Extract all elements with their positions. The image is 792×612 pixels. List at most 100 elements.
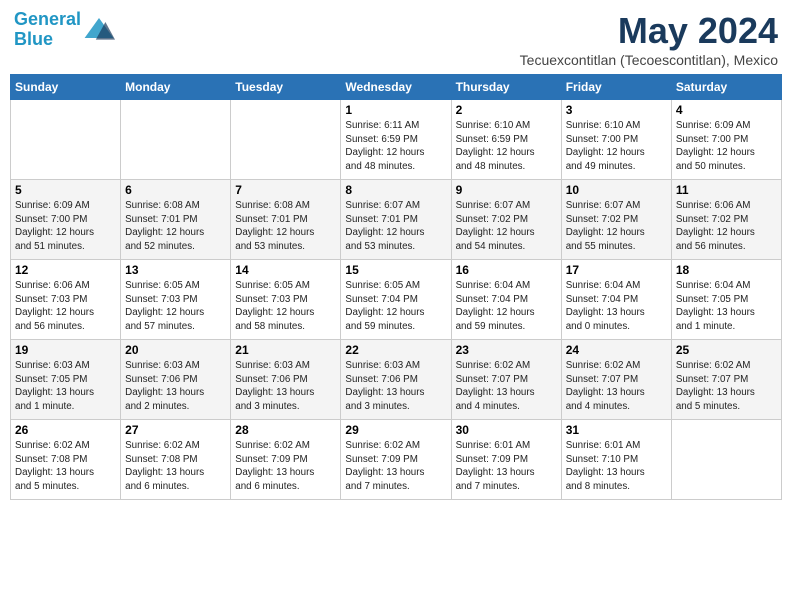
day-number: 7 [235, 183, 336, 197]
calendar-cell: 3 Sunrise: 6:10 AM Sunset: 7:00 PM Daylig… [561, 100, 671, 180]
day-info: Sunrise: 6:02 AM Sunset: 7:08 PM Dayligh… [125, 439, 226, 494]
day-info: Sunrise: 6:07 AM Sunset: 7:02 PM Dayligh… [566, 199, 667, 254]
header-day: Sunday [11, 75, 121, 100]
day-number: 16 [456, 263, 557, 277]
day-info: Sunrise: 6:01 AM Sunset: 7:10 PM Dayligh… [566, 439, 667, 494]
day-number: 13 [125, 263, 226, 277]
calendar-cell: 26 Sunrise: 6:02 AM Sunset: 7:08 PM Dayli… [11, 420, 121, 500]
day-info: Sunrise: 6:08 AM Sunset: 7:01 PM Dayligh… [235, 199, 336, 254]
header-day: Thursday [451, 75, 561, 100]
day-number: 1 [345, 103, 446, 117]
day-info: Sunrise: 6:03 AM Sunset: 7:06 PM Dayligh… [235, 359, 336, 414]
calendar-week: 1 Sunrise: 6:11 AM Sunset: 6:59 PM Daylig… [11, 100, 782, 180]
day-info: Sunrise: 6:09 AM Sunset: 7:00 PM Dayligh… [15, 199, 116, 254]
calendar-cell: 10 Sunrise: 6:07 AM Sunset: 7:02 PM Dayli… [561, 180, 671, 260]
day-info: Sunrise: 6:03 AM Sunset: 7:05 PM Dayligh… [15, 359, 116, 414]
calendar-week: 5 Sunrise: 6:09 AM Sunset: 7:00 PM Daylig… [11, 180, 782, 260]
calendar-cell: 14Sunrise: 6:05 AM Sunset: 7:03 PM Dayli… [231, 260, 341, 340]
calendar-week: 12Sunrise: 6:06 AM Sunset: 7:03 PM Dayli… [11, 260, 782, 340]
day-number: 29 [345, 423, 446, 437]
day-info: Sunrise: 6:02 AM Sunset: 7:09 PM Dayligh… [345, 439, 446, 494]
day-number: 31 [566, 423, 667, 437]
day-number: 26 [15, 423, 116, 437]
calendar-cell: 23Sunrise: 6:02 AM Sunset: 7:07 PM Dayli… [451, 340, 561, 420]
day-number: 18 [676, 263, 777, 277]
calendar-cell: 9 Sunrise: 6:07 AM Sunset: 7:02 PM Daylig… [451, 180, 561, 260]
day-info: Sunrise: 6:07 AM Sunset: 7:01 PM Dayligh… [345, 199, 446, 254]
day-number: 14 [235, 263, 336, 277]
day-number: 11 [676, 183, 777, 197]
day-info: Sunrise: 6:10 AM Sunset: 6:59 PM Dayligh… [456, 119, 557, 174]
header-day: Saturday [671, 75, 781, 100]
day-number: 22 [345, 343, 446, 357]
calendar-cell: 6 Sunrise: 6:08 AM Sunset: 7:01 PM Daylig… [121, 180, 231, 260]
day-info: Sunrise: 6:04 AM Sunset: 7:04 PM Dayligh… [456, 279, 557, 334]
day-info: Sunrise: 6:05 AM Sunset: 7:03 PM Dayligh… [125, 279, 226, 334]
day-info: Sunrise: 6:11 AM Sunset: 6:59 PM Dayligh… [345, 119, 446, 174]
day-number: 10 [566, 183, 667, 197]
calendar-cell: 19 Sunrise: 6:03 AM Sunset: 7:05 PM Dayli… [11, 340, 121, 420]
day-number: 6 [125, 183, 226, 197]
calendar-cell: 16 Sunrise: 6:04 AM Sunset: 7:04 PM Dayli… [451, 260, 561, 340]
calendar-table: SundayMondayTuesdayWednesdayThursdayFrid… [10, 74, 782, 500]
day-number: 21 [235, 343, 336, 357]
logo: GeneralBlue [14, 10, 115, 50]
day-info: Sunrise: 6:02 AM Sunset: 7:07 PM Dayligh… [566, 359, 667, 414]
calendar-cell: 28Sunrise: 6:02 AM Sunset: 7:09 PM Dayli… [231, 420, 341, 500]
calendar-cell: 8 Sunrise: 6:07 AM Sunset: 7:01 PM Daylig… [341, 180, 451, 260]
calendar-cell: 2Sunrise: 6:10 AM Sunset: 6:59 PM Daylig… [451, 100, 561, 180]
calendar-cell: 13 Sunrise: 6:05 AM Sunset: 7:03 PM Dayli… [121, 260, 231, 340]
day-number: 5 [15, 183, 116, 197]
day-number: 9 [456, 183, 557, 197]
calendar-cell: 5 Sunrise: 6:09 AM Sunset: 7:00 PM Daylig… [11, 180, 121, 260]
title-block: May 2024 Tecuexcontitlan (Tecoescontitla… [520, 10, 778, 68]
header-row: SundayMondayTuesdayWednesdayThursdayFrid… [11, 75, 782, 100]
day-info: Sunrise: 6:01 AM Sunset: 7:09 PM Dayligh… [456, 439, 557, 494]
day-number: 20 [125, 343, 226, 357]
calendar-cell: 17Sunrise: 6:04 AM Sunset: 7:04 PM Dayli… [561, 260, 671, 340]
calendar-cell: 31 Sunrise: 6:01 AM Sunset: 7:10 PM Dayli… [561, 420, 671, 500]
day-info: Sunrise: 6:08 AM Sunset: 7:01 PM Dayligh… [125, 199, 226, 254]
day-info: Sunrise: 6:03 AM Sunset: 7:06 PM Dayligh… [125, 359, 226, 414]
header-day: Friday [561, 75, 671, 100]
day-number: 24 [566, 343, 667, 357]
day-info: Sunrise: 6:06 AM Sunset: 7:03 PM Dayligh… [15, 279, 116, 334]
month-title: May 2024 [520, 10, 778, 52]
calendar-cell: 21 Sunrise: 6:03 AM Sunset: 7:06 PM Dayli… [231, 340, 341, 420]
day-number: 23 [456, 343, 557, 357]
calendar-cell [671, 420, 781, 500]
calendar-cell: 15Sunrise: 6:05 AM Sunset: 7:04 PM Dayli… [341, 260, 451, 340]
calendar-cell: 22 Sunrise: 6:03 AM Sunset: 7:06 PM Dayli… [341, 340, 451, 420]
day-info: Sunrise: 6:02 AM Sunset: 7:07 PM Dayligh… [676, 359, 777, 414]
day-number: 8 [345, 183, 446, 197]
day-info: Sunrise: 6:03 AM Sunset: 7:06 PM Dayligh… [345, 359, 446, 414]
calendar-cell: 18 Sunrise: 6:04 AM Sunset: 7:05 PM Dayli… [671, 260, 781, 340]
calendar-cell: 1 Sunrise: 6:11 AM Sunset: 6:59 PM Daylig… [341, 100, 451, 180]
calendar-cell: 25 Sunrise: 6:02 AM Sunset: 7:07 PM Dayli… [671, 340, 781, 420]
calendar-cell: 7 Sunrise: 6:08 AM Sunset: 7:01 PM Daylig… [231, 180, 341, 260]
day-info: Sunrise: 6:09 AM Sunset: 7:00 PM Dayligh… [676, 119, 777, 174]
calendar-cell: 11Sunrise: 6:06 AM Sunset: 7:02 PM Dayli… [671, 180, 781, 260]
day-number: 3 [566, 103, 667, 117]
day-info: Sunrise: 6:07 AM Sunset: 7:02 PM Dayligh… [456, 199, 557, 254]
header-day: Wednesday [341, 75, 451, 100]
day-info: Sunrise: 6:04 AM Sunset: 7:05 PM Dayligh… [676, 279, 777, 334]
day-number: 19 [15, 343, 116, 357]
header-day: Monday [121, 75, 231, 100]
page-header: GeneralBlue May 2024 Tecuexcontitlan (Te… [10, 10, 782, 68]
day-info: Sunrise: 6:02 AM Sunset: 7:08 PM Dayligh… [15, 439, 116, 494]
calendar-cell: 27 Sunrise: 6:02 AM Sunset: 7:08 PM Dayli… [121, 420, 231, 500]
day-number: 25 [676, 343, 777, 357]
day-number: 28 [235, 423, 336, 437]
day-number: 4 [676, 103, 777, 117]
calendar-cell: 20 Sunrise: 6:03 AM Sunset: 7:06 PM Dayli… [121, 340, 231, 420]
day-number: 30 [456, 423, 557, 437]
calendar-week: 26 Sunrise: 6:02 AM Sunset: 7:08 PM Dayli… [11, 420, 782, 500]
location: Tecuexcontitlan (Tecoescontitlan), Mexic… [520, 52, 778, 68]
header-day: Tuesday [231, 75, 341, 100]
calendar-cell: 4 Sunrise: 6:09 AM Sunset: 7:00 PM Daylig… [671, 100, 781, 180]
calendar-header: SundayMondayTuesdayWednesdayThursdayFrid… [11, 75, 782, 100]
day-number: 27 [125, 423, 226, 437]
calendar-cell [121, 100, 231, 180]
day-info: Sunrise: 6:10 AM Sunset: 7:00 PM Dayligh… [566, 119, 667, 174]
